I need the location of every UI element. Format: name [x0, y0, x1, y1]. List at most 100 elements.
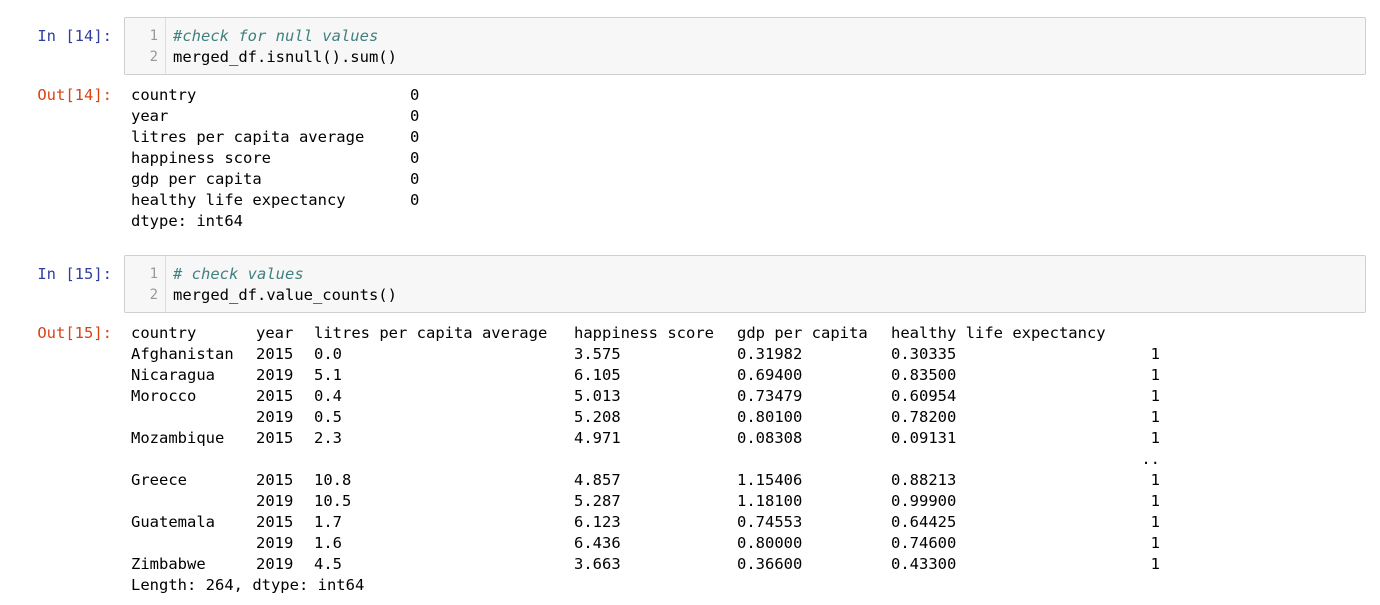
- cell-life: 0.83500: [891, 366, 957, 384]
- cell-year: 2015: [256, 429, 294, 447]
- cell-country: Nicaragua: [131, 366, 215, 384]
- cell-year: 2019: [256, 555, 294, 573]
- cell-happiness: 5.287: [574, 492, 621, 510]
- column-header: healthy life expectancy: [891, 324, 1106, 342]
- series-index: year: [131, 107, 169, 125]
- cell-count: 1: [1150, 429, 1160, 447]
- column-header: happiness score: [574, 324, 714, 342]
- cell-15-out-prompt: Out[15]:: [37, 324, 112, 342]
- cell-count: 1: [1150, 513, 1160, 531]
- cell-count: 1: [1150, 387, 1160, 405]
- gutter-divider: [165, 256, 166, 312]
- cell-life: 0.30335: [891, 345, 957, 363]
- cell-litres: 2.3: [314, 429, 342, 447]
- cell-year: 2015: [256, 345, 294, 363]
- cell-gdp: 0.80000: [737, 534, 803, 552]
- series-index: litres per capita average: [131, 128, 365, 146]
- cell-count: 1: [1150, 492, 1160, 510]
- line-number: 1: [149, 28, 158, 44]
- cell-year: 2019: [256, 492, 294, 510]
- cell-count: ..: [1141, 450, 1160, 468]
- series-value: 0: [410, 170, 420, 188]
- cell-litres: 1.7: [314, 513, 342, 531]
- column-header: gdp per capita: [737, 324, 868, 342]
- cell-gdp: 0.08308: [737, 429, 803, 447]
- cell-life: 0.88213: [891, 471, 957, 489]
- cell-year: 2015: [256, 513, 294, 531]
- cell-14-out-prompt: Out[14]:: [37, 86, 112, 104]
- cell-country: Guatemala: [131, 513, 215, 531]
- series-value: 0: [410, 191, 420, 209]
- cell-count: 1: [1150, 345, 1160, 363]
- cell-country: Mozambique: [131, 429, 225, 447]
- code-comment: # check values: [173, 265, 304, 283]
- cell-14-code-input[interactable]: 1 2 #check for null values merged_df.isn…: [124, 17, 1366, 75]
- series-index: country: [131, 86, 197, 104]
- cell-year: 2019: [256, 366, 294, 384]
- code-line: merged_df.isnull().sum(): [173, 48, 397, 66]
- cell-count: 1: [1150, 534, 1160, 552]
- line-number: 2: [149, 287, 158, 303]
- cell-happiness: 6.123: [574, 513, 621, 531]
- code-line: merged_df.value_counts(): [173, 286, 397, 304]
- cell-year: 2015: [256, 387, 294, 405]
- series-value: 0: [410, 107, 420, 125]
- cell-life: 0.64425: [891, 513, 957, 531]
- cell-country: Morocco: [131, 387, 197, 405]
- cell-litres: 4.5: [314, 555, 342, 573]
- series-index: happiness score: [131, 149, 271, 167]
- cell-life: 0.74600: [891, 534, 957, 552]
- line-number: 2: [149, 49, 158, 65]
- cell-happiness: 6.105: [574, 366, 621, 384]
- series-value: 0: [410, 128, 420, 146]
- column-header: country: [131, 324, 197, 342]
- cell-happiness: 5.013: [574, 387, 621, 405]
- series-index: gdp per capita: [131, 170, 262, 188]
- cell-count: 1: [1150, 471, 1160, 489]
- cell-year: 2019: [256, 534, 294, 552]
- cell-gdp: 0.80100: [737, 408, 803, 426]
- gutter-divider: [165, 18, 166, 74]
- series-index: healthy life expectancy: [131, 191, 346, 209]
- length-footer: Length: 264, dtype: int64: [131, 576, 365, 594]
- column-header: litres per capita average: [314, 324, 548, 342]
- series-value: 0: [410, 149, 420, 167]
- cell-happiness: 3.663: [574, 555, 621, 573]
- cell-litres: 0.5: [314, 408, 342, 426]
- cell-gdp: 0.69400: [737, 366, 803, 384]
- cell-14-in-prompt: In [14]:: [37, 27, 112, 45]
- cell-gdp: 0.31982: [737, 345, 803, 363]
- cell-count: 1: [1150, 555, 1160, 573]
- cell-happiness: 4.857: [574, 471, 621, 489]
- cell-life: 0.99900: [891, 492, 957, 510]
- cell-happiness: 4.971: [574, 429, 621, 447]
- cell-litres: 1.6: [314, 534, 342, 552]
- cell-life: 0.43300: [891, 555, 957, 573]
- cell-litres: 5.1: [314, 366, 342, 384]
- line-number: 1: [149, 266, 158, 282]
- cell-happiness: 6.436: [574, 534, 621, 552]
- column-header: year: [256, 324, 294, 342]
- cell-gdp: 1.18100: [737, 492, 803, 510]
- cell-litres: 0.4: [314, 387, 342, 405]
- code-comment: #check for null values: [173, 27, 379, 45]
- cell-count: 1: [1150, 366, 1160, 384]
- cell-gdp: 0.73479: [737, 387, 803, 405]
- cell-gdp: 1.15406: [737, 471, 803, 489]
- cell-litres: 10.5: [314, 492, 352, 510]
- series-value: 0: [410, 86, 420, 104]
- cell-15-code-input[interactable]: 1 2 # check values merged_df.value_count…: [124, 255, 1366, 313]
- cell-litres: 0.0: [314, 345, 342, 363]
- cell-year: 2019: [256, 408, 294, 426]
- cell-life: 0.09131: [891, 429, 957, 447]
- cell-country: Greece: [131, 471, 187, 489]
- cell-happiness: 5.208: [574, 408, 621, 426]
- cell-gdp: 0.36600: [737, 555, 803, 573]
- cell-count: 1: [1150, 408, 1160, 426]
- cell-15-in-prompt: In [15]:: [37, 265, 112, 283]
- cell-happiness: 3.575: [574, 345, 621, 363]
- cell-country: Zimbabwe: [131, 555, 206, 573]
- dtype-footer: dtype: int64: [131, 212, 243, 230]
- cell-life: 0.78200: [891, 408, 957, 426]
- cell-litres: 10.8: [314, 471, 352, 489]
